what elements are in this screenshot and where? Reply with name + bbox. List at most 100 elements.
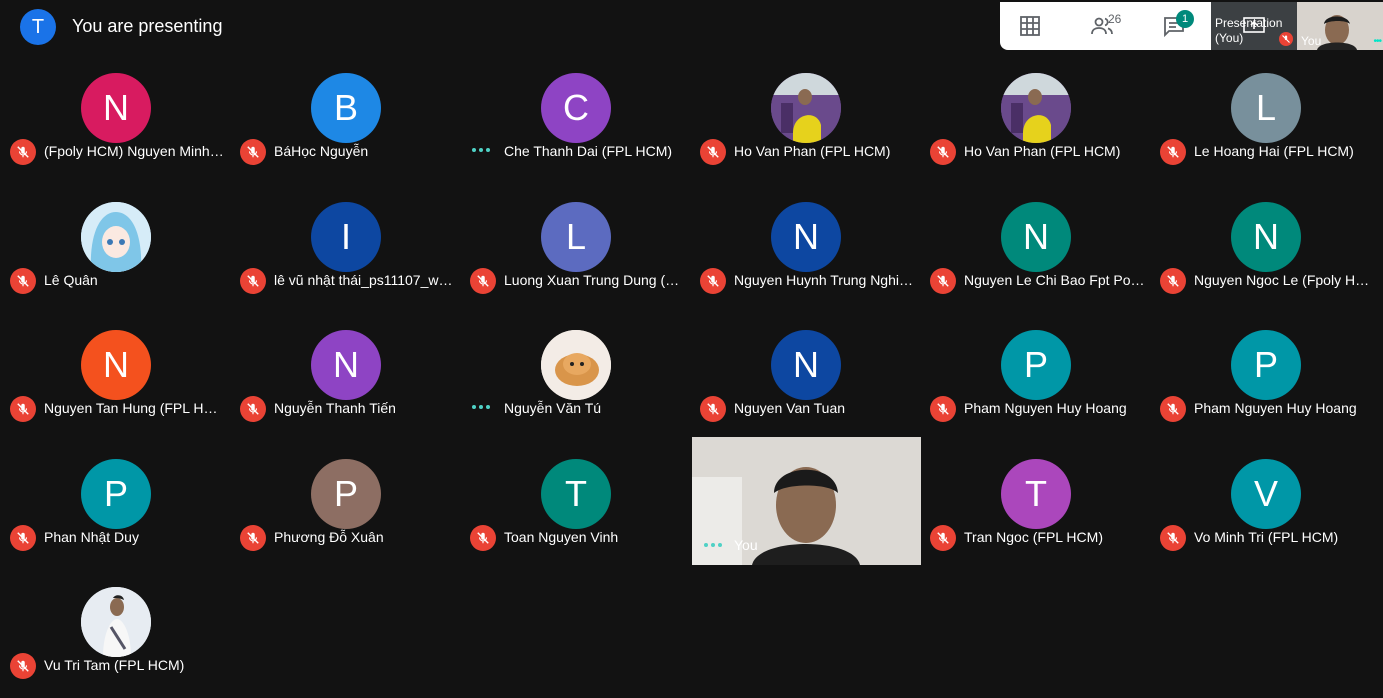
mic-off-icon	[930, 396, 956, 422]
participant-name: Tran Ngoc (FPL HCM)	[964, 528, 1103, 545]
participant-tile[interactable]: N Nguyen Tan Hung (FPL HCM)	[0, 313, 230, 441]
participant-avatar: N	[1001, 201, 1071, 272]
mic-off-icon	[1160, 139, 1186, 165]
participant-tile[interactable]: T Toan Nguyen Vinh	[460, 442, 690, 570]
participant-tile[interactable]: N Nguyen Le Chi Bao Fpt Polyt...	[920, 185, 1150, 313]
participant-tile[interactable]: Ilê vũ nhật thái_ps11107_wd...	[230, 185, 460, 313]
participant-photo	[1001, 73, 1071, 143]
layout-grid-button[interactable]	[1000, 2, 1060, 50]
chat-button[interactable]: 1	[1144, 2, 1204, 50]
mic-off-icon	[470, 267, 496, 294]
participant-name: Ho Van Phan (FPL HCM)	[734, 143, 891, 159]
participant-photo	[771, 73, 841, 143]
presenter-avatar: T	[20, 9, 56, 45]
grid-icon	[1020, 16, 1040, 36]
mic-off-icon	[1279, 32, 1293, 46]
participant-avatar: N	[81, 330, 151, 400]
self-video-tile[interactable]: You	[692, 437, 921, 565]
mic-off-icon	[1160, 267, 1186, 294]
participant-name: Le Hoang Hai (FPL HCM)	[1194, 143, 1354, 159]
participant-tile[interactable]: P Phương Đỗ Xuân	[230, 442, 460, 570]
participant-avatar: P	[81, 458, 151, 529]
mic-off-icon	[1160, 524, 1186, 551]
mic-off-icon	[240, 524, 266, 551]
participant-tile[interactable]: N Nguyen Huynh Trung Nghia ...	[690, 185, 920, 313]
participant-name: Che Thanh Dai (FPL HCM)	[504, 143, 673, 159]
participant-name: Vo Minh Tri (FPL HCM)	[1194, 528, 1339, 545]
mic-off-icon	[700, 139, 726, 165]
participant-name: Pham Nguyen Huy Hoang	[964, 400, 1127, 416]
presentation-tile[interactable]: Presentation (You)	[1211, 2, 1297, 50]
mic-off-icon	[10, 653, 36, 679]
self-video-thumbnail[interactable]: You •••	[1297, 2, 1383, 50]
participant-tile[interactable]: P Pham Nguyen Huy Hoang	[1150, 313, 1380, 441]
speaking-dots-icon	[472, 146, 494, 154]
participant-name: Lê Quân	[44, 271, 98, 288]
participant-avatar: N	[81, 73, 151, 143]
mic-off-icon	[930, 267, 956, 294]
participant-name: Nguyen Ngoc Le (Fpoly HCM)	[1194, 271, 1376, 288]
participant-tile[interactable]: N Nguyen Ngoc Le (Fpoly HCM)	[1150, 185, 1380, 313]
participant-tile[interactable]: Vu Tri Tam (FPL HCM)	[0, 570, 230, 698]
header: T You are presenting	[0, 0, 1000, 54]
mic-off-icon	[240, 396, 266, 422]
participant-tile[interactable]: Nguyễn Văn Tú	[460, 313, 690, 441]
participant-name: Phan Nhật Duy	[44, 528, 139, 545]
participant-tile[interactable]: L Luong Xuan Trung Dung (FP...	[460, 185, 690, 313]
participant-tile[interactable]: C Che Thanh Dai (FPL HCM)	[460, 56, 690, 184]
participant-tile[interactable]: P Phan Nhật Duy	[0, 442, 230, 570]
participant-name: Ho Van Phan (FPL HCM)	[964, 143, 1121, 159]
participant-name: Nguyen Le Chi Bao Fpt Polyt...	[964, 271, 1146, 288]
participant-avatar: N	[771, 201, 841, 272]
participant-name: Luong Xuan Trung Dung (FP...	[504, 271, 686, 288]
participant-tile[interactable]: N Nguyen Van Tuan	[690, 313, 920, 441]
participant-avatar: I	[311, 201, 381, 272]
participant-name: Phương Đỗ Xuân	[274, 528, 384, 545]
participant-tile[interactable]: T Tran Ngoc (FPL HCM)	[920, 442, 1150, 570]
speaking-dots-icon	[472, 403, 494, 411]
participant-photo	[81, 201, 151, 272]
participant-avatar: C	[541, 73, 611, 143]
participant-name: lê vũ nhật thái_ps11107_wd...	[274, 271, 456, 288]
participant-tile[interactable]: L Le Hoang Hai (FPL HCM)	[1150, 56, 1380, 184]
participant-tile[interactable]: V Vo Minh Tri (FPL HCM)	[1150, 442, 1380, 570]
mic-off-icon	[930, 139, 956, 165]
participant-tile[interactable]: Ho Van Phan (FPL HCM)	[690, 56, 920, 184]
participant-name: Nguyen Huynh Trung Nghia ...	[734, 271, 916, 288]
mic-off-icon	[470, 524, 496, 551]
participant-name: You	[734, 537, 758, 553]
participant-name: Nguyen Tan Hung (FPL HCM)	[44, 400, 226, 416]
participant-avatar: L	[541, 201, 611, 272]
present-screen-icon	[1243, 17, 1265, 33]
mic-off-icon	[10, 524, 36, 551]
participant-tile[interactable]: B BáHọc Nguyễn	[230, 56, 460, 184]
participant-avatar: N	[311, 330, 381, 400]
speaking-dots-icon: •••	[1373, 36, 1381, 47]
mic-off-icon	[240, 267, 266, 294]
mic-off-icon	[240, 139, 266, 165]
participant-avatar: N	[1231, 201, 1301, 272]
participant-tile[interactable]: Ho Van Phan (FPL HCM)	[920, 56, 1150, 184]
self-label: You	[1301, 34, 1322, 48]
participant-avatar: T	[541, 458, 611, 529]
participants-button[interactable]: 26	[1072, 2, 1132, 50]
participant-avatar: P	[1231, 330, 1301, 400]
mic-off-icon	[1160, 396, 1186, 422]
mic-off-icon	[700, 396, 726, 422]
participant-avatar: L	[1231, 73, 1301, 143]
participant-count: 26	[1108, 12, 1122, 26]
mic-off-icon	[930, 524, 956, 551]
participant-photo	[81, 587, 151, 657]
participant-name: Nguyễn Thanh Tiến	[274, 400, 396, 416]
participant-name: Toan Nguyen Vinh	[504, 528, 619, 545]
presenting-status: You are presenting	[72, 16, 223, 36]
participant-name: BáHọc Nguyễn	[274, 143, 369, 159]
participant-tile[interactable]: N Nguyễn Thanh Tiến	[230, 313, 460, 441]
participant-tile[interactable]: N (Fpoly HCM) Nguyen Minh C...	[0, 56, 230, 184]
participant-avatar: T	[1001, 458, 1071, 529]
participant-tile[interactable]: Lê Quân	[0, 185, 230, 313]
participant-name: Nguyen Van Tuan	[734, 400, 846, 416]
mic-off-icon	[10, 396, 36, 422]
participant-tile[interactable]: P Pham Nguyen Huy Hoang	[920, 313, 1150, 441]
chat-badge: 1	[1176, 10, 1194, 28]
